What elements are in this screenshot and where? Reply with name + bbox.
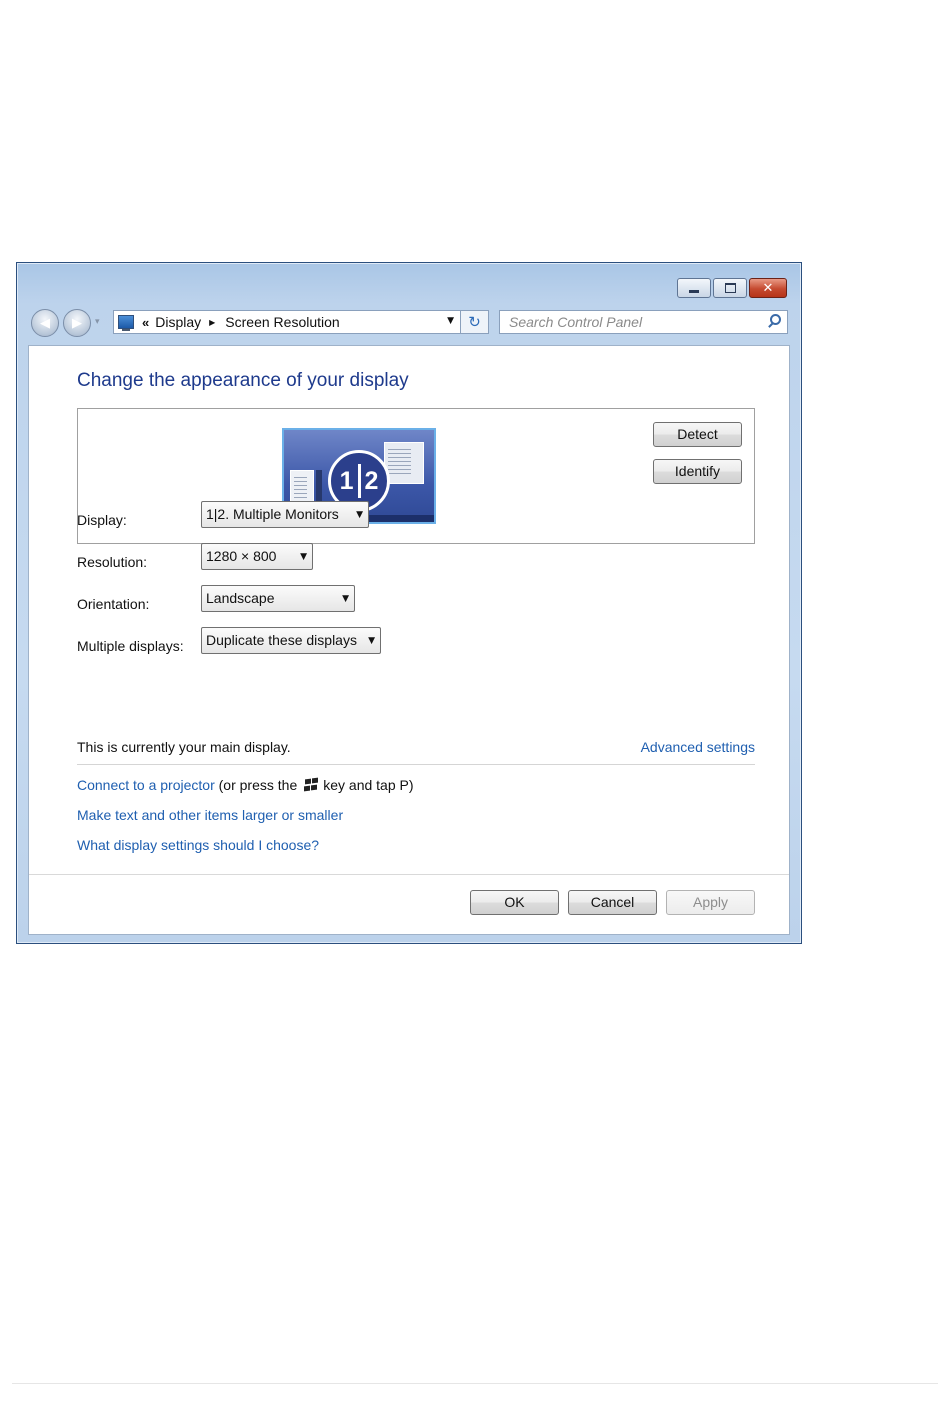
display-preview-area: 1 2 Detect Identify xyxy=(77,408,755,544)
projector-hint-prefix: (or press the xyxy=(218,777,298,793)
breadcrumb-screen-resolution[interactable]: Screen Resolution xyxy=(225,314,339,330)
resolution-select[interactable]: 1280 × 800 ▼ xyxy=(201,543,313,570)
footer-divider xyxy=(29,874,789,875)
monitor-number-2: 2 xyxy=(364,466,379,495)
chevron-down-icon: ▼ xyxy=(342,594,349,604)
address-dropdown-icon[interactable]: ▼ xyxy=(447,316,454,326)
ok-button[interactable]: OK xyxy=(470,890,559,915)
divider xyxy=(77,764,755,765)
recent-pages-dropdown[interactable]: ▾ xyxy=(95,317,100,327)
monitor-number-1: 1 xyxy=(339,466,354,495)
breadcrumb-separator-icon[interactable]: ▶ xyxy=(209,318,215,327)
display-label: Display: xyxy=(77,512,127,528)
identify-button[interactable]: Identify xyxy=(653,459,742,484)
main-display-status: This is currently your main display. xyxy=(77,739,291,755)
multiple-displays-label: Multiple displays: xyxy=(77,638,184,654)
display-select[interactable]: 1|2. Multiple Monitors ▼ xyxy=(201,501,369,528)
forward-button[interactable]: ▶ xyxy=(63,309,91,337)
orientation-select[interactable]: Landscape ▼ xyxy=(201,585,355,612)
multiple-displays-select[interactable]: Duplicate these displays ▼ xyxy=(201,627,381,654)
preview-window-icon xyxy=(384,442,424,484)
orientation-label: Orientation: xyxy=(77,596,150,612)
chevron-down-icon: ▼ xyxy=(300,552,307,562)
advanced-settings-link[interactable]: Advanced settings xyxy=(641,739,755,755)
orientation-select-value: Landscape xyxy=(206,590,275,606)
caption-buttons: ✕ xyxy=(677,278,787,298)
search-input[interactable]: Search Control Panel xyxy=(499,310,788,334)
back-arrow-icon: ◀ xyxy=(40,315,50,330)
maximize-icon xyxy=(724,283,736,293)
resolution-select-value: 1280 × 800 xyxy=(206,548,277,564)
close-icon: ✕ xyxy=(762,280,774,296)
screen-resolution-window: ✕ ◀ ▶ ▾ « Display ▶ Screen Resolution ▼ … xyxy=(16,262,802,944)
text-size-link[interactable]: Make text and other items larger or smal… xyxy=(77,807,343,823)
back-button[interactable]: ◀ xyxy=(31,309,59,337)
navigation-bar: ◀ ▶ ▾ « Display ▶ Screen Resolution ▼ ↻ … xyxy=(29,308,789,338)
breadcrumb-overflow[interactable]: « xyxy=(142,315,149,330)
monitor-number-divider xyxy=(357,464,361,498)
page-bottom-rule xyxy=(12,1383,938,1384)
projector-line: Connect to a projector (or press the key … xyxy=(77,777,414,793)
detect-button[interactable]: Detect xyxy=(653,422,742,447)
search-placeholder: Search Control Panel xyxy=(509,314,643,330)
address-bar[interactable]: « Display ▶ Screen Resolution ▼ xyxy=(113,310,461,334)
connect-projector-link[interactable]: Connect to a projector xyxy=(77,777,215,793)
display-help-link[interactable]: What display settings should I choose? xyxy=(77,837,319,853)
windows-logo-icon xyxy=(303,777,319,792)
minimize-button[interactable] xyxy=(677,278,711,298)
breadcrumb-display[interactable]: Display xyxy=(155,314,201,330)
chevron-down-icon: ▼ xyxy=(356,510,363,520)
refresh-icon: ↻ xyxy=(468,313,481,331)
close-button[interactable]: ✕ xyxy=(749,278,787,298)
control-panel-icon xyxy=(118,315,134,331)
multiple-displays-select-value: Duplicate these displays xyxy=(206,632,357,648)
maximize-button[interactable] xyxy=(713,278,747,298)
content-pane: Change the appearance of your display 1 … xyxy=(28,345,790,935)
page-title: Change the appearance of your display xyxy=(77,370,409,391)
display-select-value: 1|2. Multiple Monitors xyxy=(206,506,339,522)
forward-arrow-icon: ▶ xyxy=(72,315,82,330)
chevron-down-icon: ▼ xyxy=(368,636,375,646)
cancel-button[interactable]: Cancel xyxy=(568,890,657,915)
resolution-label: Resolution: xyxy=(77,554,148,570)
search-icon[interactable] xyxy=(770,314,781,325)
minimize-icon xyxy=(689,289,699,293)
apply-button[interactable]: Apply xyxy=(666,890,755,915)
refresh-button[interactable]: ↻ xyxy=(461,310,489,334)
projector-hint-suffix: key and tap P) xyxy=(323,777,414,793)
